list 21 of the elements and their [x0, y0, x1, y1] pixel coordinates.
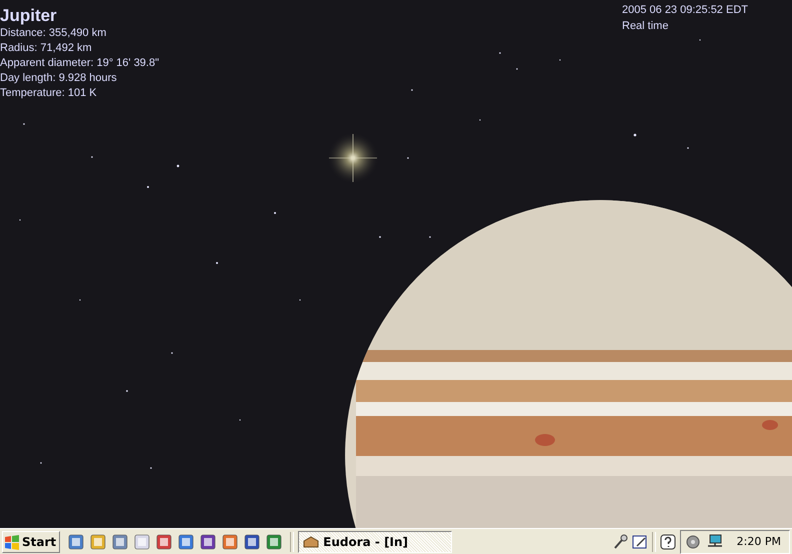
info-line: Temperature: 101 K	[0, 86, 98, 101]
speaker-icon[interactable]	[684, 534, 701, 550]
planet-name: Jupiter	[0, 6, 58, 26]
info-line: Radius: 71,492 km	[0, 41, 93, 56]
app-launch-icon[interactable]	[112, 534, 128, 550]
app-launch-icon[interactable]	[134, 534, 150, 550]
app-launch-icon[interactable]	[156, 534, 172, 550]
time-mode: Real time	[622, 19, 670, 34]
clock: 2:20 PM	[736, 535, 781, 548]
info-line: Day length: 9.928 hours	[0, 71, 118, 86]
taskbar-button[interactable]: Eudora - [In]	[298, 530, 452, 552]
info-line: Apparent diameter: 19° 16' 39.8"	[0, 56, 160, 71]
app-launch-icon[interactable]	[68, 534, 84, 550]
date-time: 2005 06 23 09:25:52 EDT	[622, 3, 748, 18]
network-icon[interactable]	[706, 534, 723, 550]
app-launch-icon[interactable]	[90, 534, 106, 550]
help-icon[interactable]	[660, 534, 676, 550]
bright-star-drawing	[327, 132, 379, 184]
start-button[interactable]: Start	[2, 530, 60, 552]
windows-flag-icon	[4, 534, 20, 550]
info-line: Distance: 355,490 km	[0, 26, 108, 41]
